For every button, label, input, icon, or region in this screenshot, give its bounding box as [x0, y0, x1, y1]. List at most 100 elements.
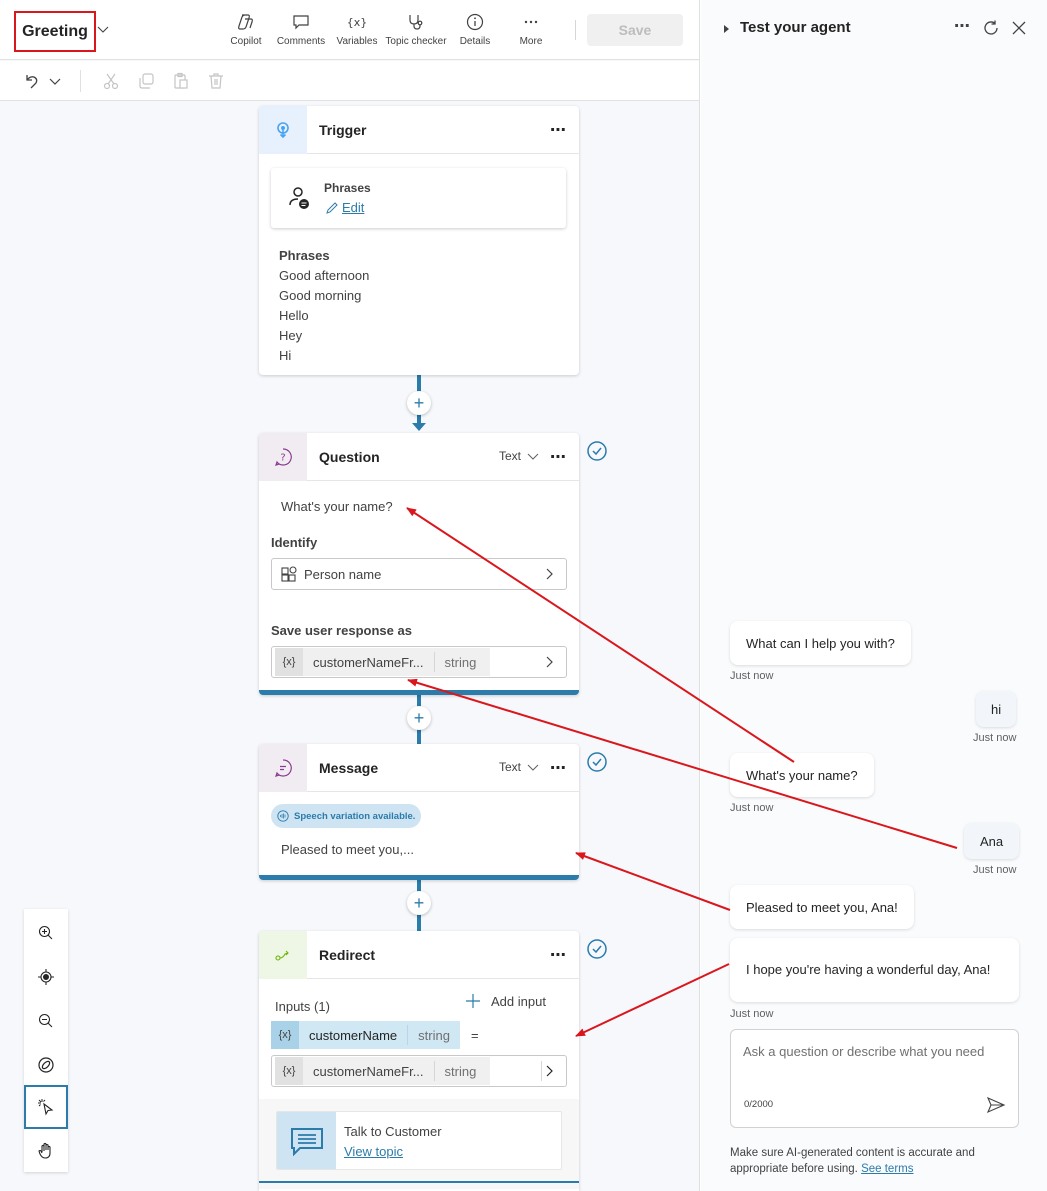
check-circle-icon: [587, 441, 607, 461]
topic-icon-box: [277, 1112, 336, 1169]
send-icon[interactable]: [985, 1094, 1007, 1116]
phrase-item: Good morning: [279, 288, 362, 303]
chat-input-box: 0/2000: [730, 1029, 1019, 1128]
person-chat-icon: [289, 187, 309, 209]
question-prompt[interactable]: What's your name?: [281, 499, 393, 514]
identify-label: Identify: [271, 535, 318, 550]
message-text[interactable]: Pleased to meet you,...: [281, 842, 414, 857]
input-variable-pill[interactable]: {x} customerName string: [271, 1021, 460, 1049]
entity-icon: [281, 566, 297, 582]
node-title: Redirect: [319, 946, 376, 963]
chevron-down-icon: [527, 764, 539, 771]
phrase-item: Hello: [279, 308, 309, 323]
phrase-item: Good afternoon: [279, 268, 370, 283]
refresh-icon[interactable]: [982, 19, 1000, 37]
zoom-in-icon: [38, 925, 53, 940]
recenter-icon: [38, 969, 54, 985]
phrases-card[interactable]: Phrases Edit: [271, 168, 566, 228]
add-node-button[interactable]: +: [407, 391, 431, 415]
add-node-button[interactable]: +: [407, 891, 431, 915]
variable-pill: {x} customerNameFr... string: [275, 648, 491, 676]
character-count: 0/2000: [744, 1099, 774, 1110]
trigger-node[interactable]: Trigger ⋯ Phrases Edit Phrases Good afte…: [259, 106, 579, 375]
chat-lines-icon: [290, 1127, 323, 1156]
redirect-icon-box: [259, 931, 307, 979]
view-topic-link[interactable]: View topic: [344, 1144, 403, 1159]
edit-phrases-link[interactable]: Edit: [325, 200, 364, 215]
check-circle-icon: [587, 752, 607, 772]
inputs-label: Inputs (1): [275, 999, 330, 1014]
variable-pill: {x} customerNameFr... string: [275, 1057, 491, 1085]
panel-more-button[interactable]: ⋯: [954, 16, 970, 36]
node-selected-bar: [259, 690, 579, 695]
user-message: Ana: [964, 823, 1020, 859]
redirect-node[interactable]: Redirect ⋯ Inputs (1) Add input {x} cust…: [259, 931, 579, 1191]
more-icon: [524, 20, 538, 24]
save-button[interactable]: Save: [587, 14, 683, 46]
target-topic-card[interactable]: Talk to Customer View topic: [276, 1111, 562, 1170]
add-input-button[interactable]: Add input: [465, 993, 546, 1009]
trigger-icon-box: [259, 106, 307, 154]
message-type-dropdown[interactable]: Text: [499, 760, 539, 774]
svg-text:{x}: {x}: [347, 16, 367, 29]
speech-wave-icon: [277, 810, 289, 822]
see-terms-link[interactable]: See terms: [861, 1163, 913, 1175]
agent-message: I hope you're having a wonderful day, An…: [730, 938, 1019, 1002]
pan-hand-icon: [38, 1142, 51, 1159]
input-value-field[interactable]: {x} customerNameFr... string: [271, 1055, 567, 1087]
message-timestamp: Just now: [730, 670, 774, 682]
paste-icon[interactable]: [171, 71, 191, 91]
message-node[interactable]: Message Text ⋯ Speech variation availabl…: [259, 744, 579, 880]
question-node[interactable]: ? Question Text ⋯ What's your name? Iden…: [259, 433, 579, 695]
undo-icon[interactable]: [22, 71, 42, 91]
node-more-button[interactable]: ⋯: [550, 120, 567, 140]
message-timestamp: Just now: [973, 864, 1017, 876]
redirect-icon: [275, 950, 289, 961]
close-icon[interactable]: [1011, 20, 1027, 36]
caret-right-icon[interactable]: [723, 24, 731, 34]
message-type-dropdown[interactable]: Text: [499, 449, 539, 463]
question-icon-box: ?: [259, 433, 307, 481]
chevron-down-icon: [527, 453, 539, 460]
topic-title-highlight[interactable]: Greeting: [14, 11, 96, 52]
toolbar-divider: [575, 20, 576, 40]
copy-icon[interactable]: [136, 71, 156, 91]
topic-editor: Greeting Copilot Comments {x} Variables …: [0, 0, 700, 1191]
minimap-icon: [38, 1057, 54, 1073]
ai-disclaimer: Make sure AI-generated content is accura…: [730, 1147, 975, 1175]
recenter-button[interactable]: [24, 955, 68, 999]
save-variable-field[interactable]: {x} customerNameFr... string: [271, 646, 567, 678]
more-button[interactable]: More: [496, 12, 566, 47]
zoom-out-button[interactable]: [24, 999, 68, 1043]
zoom-in-button[interactable]: [24, 911, 68, 955]
add-node-button[interactable]: +: [407, 706, 431, 730]
chat-input[interactable]: [743, 1042, 993, 1086]
select-mode-button[interactable]: [24, 1085, 68, 1129]
minimap-button[interactable]: [24, 1043, 68, 1087]
check-circle-icon: [587, 939, 607, 959]
node-selected-bar: [259, 1181, 579, 1183]
delete-icon[interactable]: [206, 71, 226, 91]
plus-icon: [466, 994, 480, 1008]
chevron-right-icon: [546, 656, 553, 668]
node-selected-bar: [259, 875, 579, 880]
node-more-button[interactable]: ⋯: [550, 447, 567, 467]
test-agent-panel: Test your agent ⋯ What can I help you wi…: [701, 0, 1047, 1191]
save-response-label: Save user response as: [271, 623, 412, 638]
panel-title: Test your agent: [740, 19, 851, 36]
topic-title: Greeting: [22, 22, 88, 40]
equals-sign: =: [471, 1028, 479, 1043]
pan-mode-button[interactable]: [24, 1129, 68, 1173]
identify-entity-field[interactable]: Person name: [271, 558, 567, 590]
select-icon: [38, 1099, 54, 1116]
node-more-button[interactable]: ⋯: [550, 758, 567, 778]
speech-variation-badge: Speech variation available.: [271, 804, 422, 828]
node-more-button[interactable]: ⋯: [550, 945, 567, 965]
chevron-down-icon[interactable]: [96, 22, 110, 36]
node-title: Trigger: [319, 121, 367, 138]
cut-icon[interactable]: [101, 71, 121, 91]
comment-icon: [293, 15, 309, 30]
variables-icon: {x}: [347, 16, 367, 29]
chevron-down-icon[interactable]: [45, 71, 65, 91]
zoom-out-icon: [38, 1013, 53, 1028]
